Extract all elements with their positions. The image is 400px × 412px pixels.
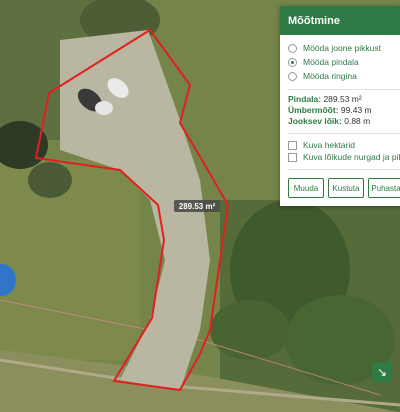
mode-circle[interactable]: Mööda ringina	[288, 69, 400, 83]
segment-stat: Jooksev lõik: 0.88 m	[288, 116, 371, 126]
expand-icon[interactable]: ↘	[372, 362, 392, 382]
panel-title: Mõõtmine	[280, 6, 400, 35]
measurement-panel: Mõõtmine Mööda joone pikkust Mööda pinda…	[280, 6, 400, 206]
mode-line-length[interactable]: Mööda joone pikkust	[288, 41, 400, 55]
measure-mode-group: Mööda joone pikkust Mööda pindala Mööda …	[280, 35, 400, 83]
area-stat: Pindala: 289.53 m²	[288, 94, 362, 104]
clear-button[interactable]: Puhasta	[368, 178, 400, 198]
delete-button[interactable]: Kustuta	[328, 178, 364, 198]
radio-icon[interactable]	[288, 71, 297, 81]
area-measurement-label: 289.53 m²	[174, 200, 220, 212]
panel-actions: Muuda Kustuta Puhasta	[280, 170, 400, 198]
checkbox-icon[interactable]	[288, 140, 297, 150]
measurement-stats: Pindala: 289.53 m² Ümbermõõt: 99.43 m Jo…	[280, 90, 400, 127]
perimeter-stat: Ümbermõõt: 99.43 m	[288, 105, 372, 115]
radio-icon[interactable]	[288, 43, 297, 53]
checkbox-icon[interactable]	[288, 152, 297, 162]
mode-area[interactable]: Mööda pindala	[288, 55, 400, 69]
radio-checked-icon[interactable]	[288, 57, 297, 67]
show-hectares-option[interactable]: Kuva hektarid	[280, 139, 400, 151]
show-segment-angles-option[interactable]: Kuva lõikude nurgad ja pikkused	[280, 151, 400, 163]
edit-button[interactable]: Muuda	[288, 178, 324, 198]
